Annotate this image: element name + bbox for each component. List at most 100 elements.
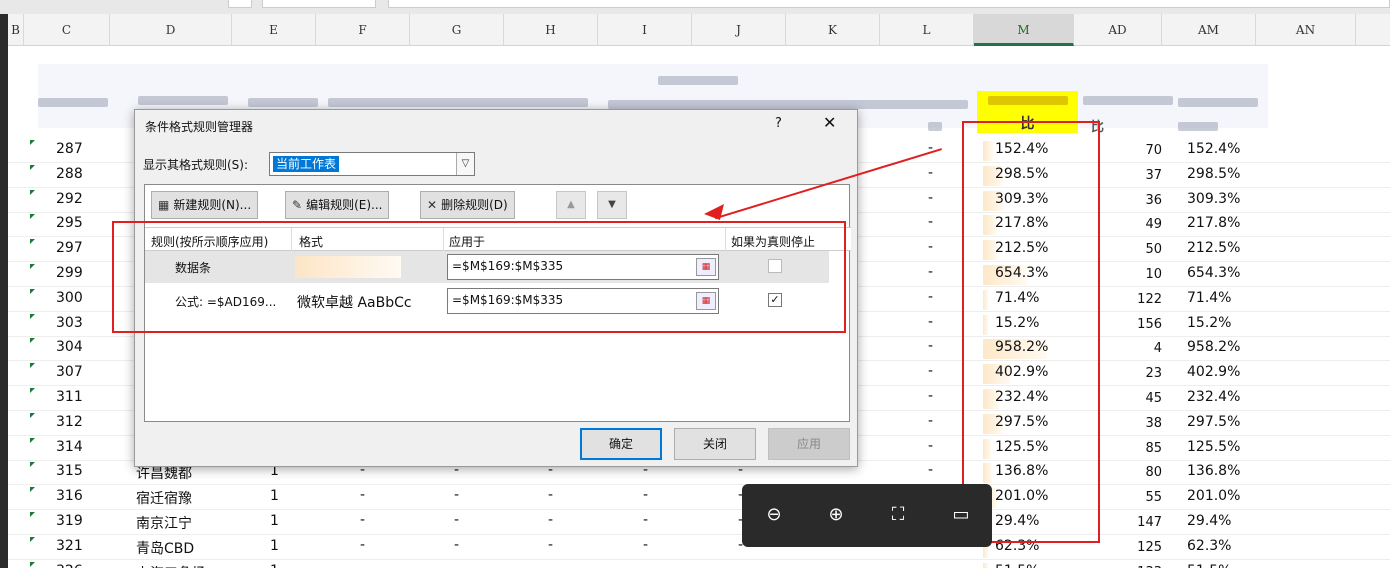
- row-value-ad: 122: [1137, 291, 1162, 307]
- row-value-am: 402.9%: [1187, 364, 1241, 381]
- row-value-am: 152.4%: [1187, 141, 1241, 157]
- row-value-am: 15.2%: [1187, 314, 1232, 331]
- zoom-out-icon[interactable]: ⊖: [762, 504, 786, 528]
- column-header-ad[interactable]: AD: [1074, 14, 1162, 46]
- row-value-c: 319: [56, 513, 83, 529]
- column-header-c[interactable]: C: [24, 14, 110, 46]
- table-row[interactable]: 321青岛CBD1------62.3%12562.3%: [8, 535, 1390, 560]
- blurred-header-text: [1083, 96, 1173, 105]
- error-indicator-icon: [30, 412, 35, 418]
- row-value-am: 297.5%: [1187, 413, 1241, 430]
- column-header-h[interactable]: H: [504, 14, 598, 46]
- error-indicator-icon: [30, 214, 35, 220]
- column-header-am[interactable]: AM: [1162, 14, 1256, 46]
- blurred-header-text: [1178, 98, 1258, 107]
- column-header-b[interactable]: B: [8, 14, 24, 46]
- row-value-e: 1: [270, 513, 279, 529]
- ok-button[interactable]: 确定: [580, 428, 662, 460]
- help-button[interactable]: ?: [775, 116, 782, 131]
- move-up-button[interactable]: ▲: [556, 191, 586, 219]
- column-header-g[interactable]: G: [410, 14, 504, 46]
- row-dash: -: [643, 512, 649, 528]
- error-indicator-icon: [30, 189, 35, 195]
- blurred-header-text: [1178, 122, 1218, 131]
- row-dash: -: [548, 512, 554, 528]
- row-value-ad: 125: [1137, 539, 1162, 555]
- row-value-ad: 45: [1145, 391, 1162, 406]
- column-header-f[interactable]: F: [316, 14, 410, 46]
- row-dash: -: [643, 536, 649, 553]
- row-dash: -: [360, 562, 365, 568]
- row-value-am: 298.5%: [1187, 165, 1241, 182]
- row-value-am: 29.4%: [1187, 513, 1232, 529]
- presentation-icon[interactable]: ▭: [949, 504, 973, 528]
- row-dash: -: [360, 512, 366, 528]
- column-header-e[interactable]: E: [232, 14, 316, 46]
- chevron-down-icon[interactable]: ▽: [456, 153, 474, 175]
- close-icon[interactable]: ✕: [823, 113, 836, 132]
- edit-rule-button[interactable]: ✎ 编辑规则(E)...: [285, 191, 390, 219]
- row-value-m[interactable]: 51.5%: [983, 562, 1063, 568]
- toolbar-tab[interactable]: [228, 0, 252, 8]
- row-value-l: -: [928, 264, 934, 280]
- error-indicator-icon: [30, 536, 35, 542]
- close-button[interactable]: 关闭: [674, 428, 756, 460]
- delete-rule-button[interactable]: ✕ 删除规则(D): [420, 191, 515, 219]
- column-header-m[interactable]: M: [974, 14, 1074, 46]
- new-rule-button[interactable]: ▦ 新建规则(N)...: [151, 191, 259, 219]
- blurred-header-text: [138, 96, 228, 105]
- row-value-am: 654.3%: [1187, 265, 1241, 281]
- row-value-c: 304: [56, 339, 83, 356]
- table-row[interactable]: 316宿迁宿豫1------201.0%55201.0%: [8, 485, 1390, 511]
- column-header-an[interactable]: AN: [1256, 14, 1356, 46]
- row-value-l: -: [928, 363, 934, 380]
- fit-screen-icon[interactable]: ⛶: [886, 504, 910, 528]
- show-rules-label: 显示其格式规则(S):: [143, 158, 249, 172]
- error-indicator-icon: [30, 462, 35, 468]
- column-header-j[interactable]: J: [692, 14, 786, 46]
- row-value-am: 62.3%: [1187, 537, 1232, 554]
- row-value-am: 125.5%: [1187, 438, 1241, 455]
- row-value-ad: 38: [1145, 415, 1162, 431]
- toolbar-strip: [0, 0, 1390, 14]
- zoom-in-icon[interactable]: ⊕: [824, 504, 848, 528]
- row-value-l: -: [928, 437, 934, 454]
- row-value-ad: 70: [1145, 143, 1162, 158]
- column-header-k[interactable]: K: [786, 14, 880, 46]
- name-box[interactable]: [262, 0, 376, 8]
- row-value-l: -: [928, 388, 934, 404]
- row-dash: -: [548, 562, 553, 568]
- screenshot: B C D E F G H I J K L M AD AM AN 比 比 287-152.4% 70 152.4…: [0, 0, 1390, 568]
- row-value-ad: 80: [1145, 465, 1162, 481]
- edit-rule-label: 编辑规则(E)...: [306, 198, 383, 212]
- row-value-c: 299: [56, 265, 83, 281]
- row-value-ad: 55: [1145, 490, 1162, 506]
- row-value-d: 上海五角场: [136, 563, 206, 568]
- move-down-button[interactable]: ▼: [597, 191, 627, 219]
- row-value-ad: 36: [1145, 192, 1162, 208]
- table-row[interactable]: 319南京江宁1------29.4%14729.4%: [8, 510, 1390, 535]
- row-value-c: 288: [56, 165, 83, 182]
- row-value-l: -: [928, 288, 934, 305]
- error-indicator-icon: [30, 388, 35, 393]
- scope-select[interactable]: 当前工作表 ▽: [269, 152, 475, 176]
- row-value-l: -: [928, 412, 934, 429]
- column-header-d[interactable]: D: [110, 14, 232, 46]
- row-value-am: 136.8%: [1187, 463, 1241, 480]
- row-dash: -: [548, 536, 554, 553]
- row-value-e: 1: [270, 537, 279, 554]
- row-value-ad: 85: [1145, 440, 1162, 456]
- delete-icon: ✕: [427, 198, 438, 212]
- row-value-c: 326: [56, 563, 96, 568]
- apply-button[interactable]: 应用: [768, 428, 850, 460]
- table-row[interactable]: 326 上海五角场 1 - - - - - - 51.5% 133 51.5%: [8, 560, 1390, 568]
- formula-bar[interactable]: [388, 0, 1390, 8]
- column-header-l[interactable]: L: [880, 14, 974, 46]
- column-header-i[interactable]: I: [598, 14, 692, 46]
- row-value-c: 321: [56, 537, 83, 554]
- row-value-am: 309.3%: [1187, 190, 1241, 207]
- error-indicator-icon: [30, 338, 35, 344]
- row-value-c: 315: [56, 463, 83, 480]
- error-indicator-icon: [30, 561, 35, 567]
- error-indicator-icon: [30, 264, 35, 269]
